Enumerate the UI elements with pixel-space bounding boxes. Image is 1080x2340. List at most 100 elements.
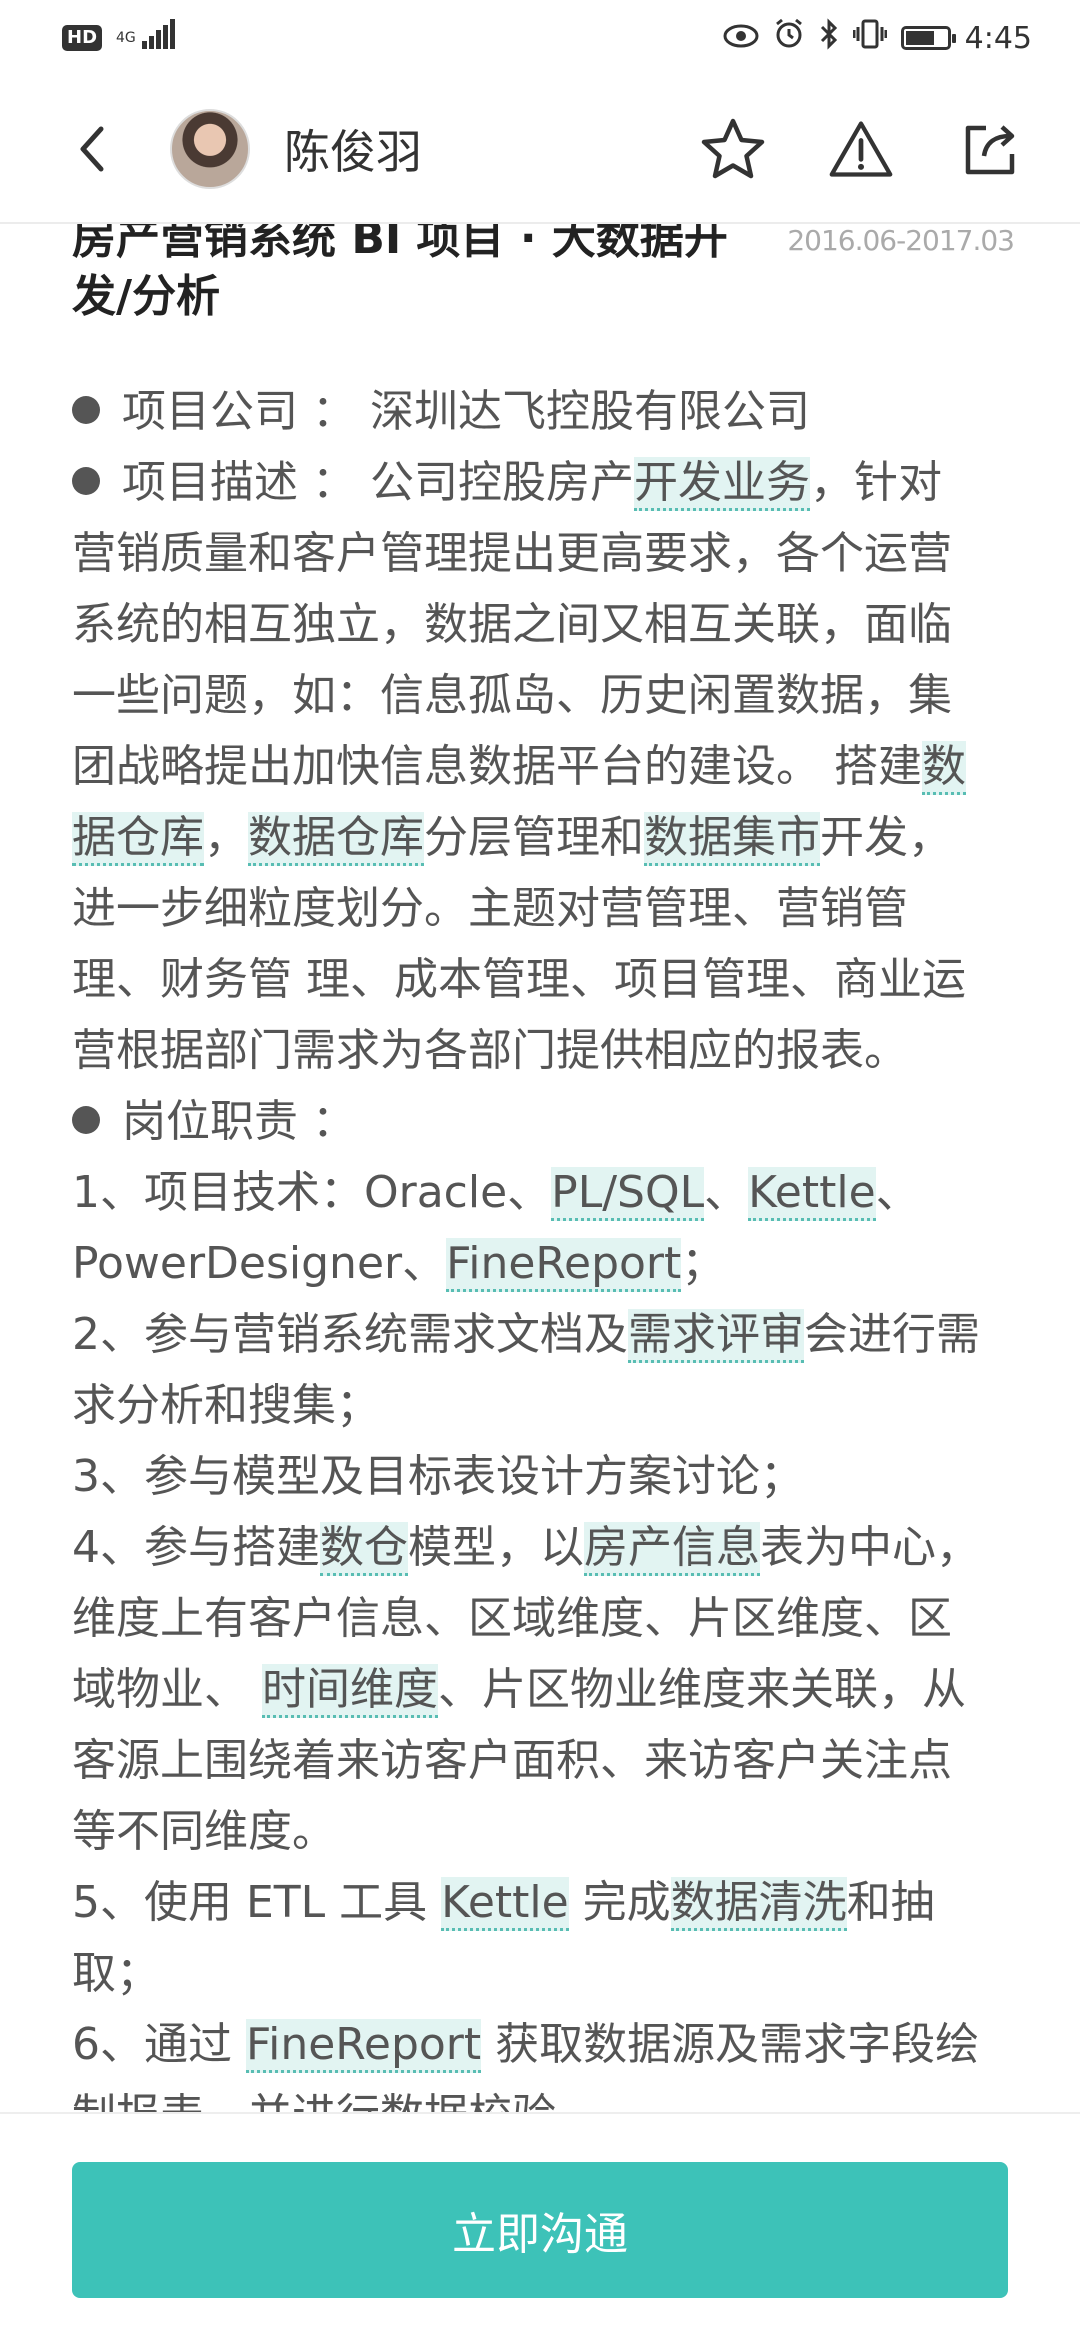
text-segment: PowerDesigner、: [72, 1238, 447, 1289]
text-line: 2、参与营销系统需求文档及需求评审会进行需: [72, 1299, 1002, 1370]
text-segment: 5、使用 ETL 工具: [72, 1877, 442, 1928]
keyword-link[interactable]: 数据清洗: [670, 1877, 847, 1931]
text-segment: 分层管理和: [424, 812, 644, 863]
text-line: 4、参与搭建数仓模型，以房产信息表为中心，: [72, 1512, 1002, 1583]
favorite-button[interactable]: [700, 116, 766, 182]
text-segment: 、: [875, 1167, 920, 1218]
text-segment: ，: [204, 812, 248, 863]
keyword-link[interactable]: 开发业务: [633, 457, 810, 511]
hd-badge: HD: [62, 25, 103, 51]
text-segment: 一些问题，如：信息孤岛、历史闲置数据，集: [72, 670, 952, 721]
project-title: 房产营销系统 BI 项目 · 大数据开 发/分析: [72, 210, 812, 326]
share-button[interactable]: [956, 116, 1022, 182]
text-segment: 模型，以: [408, 1522, 584, 1573]
chat-now-button[interactable]: 立即沟通: [72, 2162, 1008, 2298]
text-line: PowerDesigner、FineReport；: [72, 1228, 1002, 1299]
text-segment: 表为中心，: [760, 1522, 980, 1573]
text-line: 1、项目技术：Oracle、PL/SQL、Kettle、: [72, 1157, 1002, 1228]
text-line: 3、参与模型及目标表设计方案讨论；: [72, 1441, 1002, 1512]
text-line: 维度上有客户信息、区域维度、片区维度、区: [72, 1583, 1002, 1654]
bottom-bar: 立即沟通: [0, 2112, 1080, 2340]
text-line: 等不同维度。: [72, 1796, 1002, 1867]
text-segment: 完成: [568, 1877, 671, 1928]
text-line: 项目描述 ： 公司控股房产开发业务，针对: [72, 447, 1002, 518]
keyword-link[interactable]: 数据仓库: [248, 812, 424, 866]
avatar[interactable]: [170, 109, 250, 189]
clock-time: 4:45: [964, 20, 1032, 56]
bullet-icon: [72, 467, 100, 495]
contact-name: 陈俊羽: [284, 125, 422, 179]
text-segment: 、片区物业维度来关联，从: [438, 1664, 966, 1715]
keyword-link[interactable]: 数据集市: [644, 812, 820, 866]
text-segment: 团战略提出加快信息数据平台的建设。 搭建: [72, 741, 922, 792]
text-line: 一些问题，如：信息孤岛、历史闲置数据，集: [72, 660, 1002, 731]
keyword-link[interactable]: 数仓: [320, 1522, 408, 1576]
text-line: 营销质量和客户管理提出更高要求，各个运营: [72, 518, 1002, 589]
text-segment: 营销质量和客户管理提出更高要求，各个运营: [72, 528, 952, 579]
text-line: 营根据部门需求为各部门提供相应的报表。: [72, 1015, 1002, 1086]
keyword-link[interactable]: 据仓库: [72, 812, 204, 866]
signal-icon: [141, 19, 176, 57]
text-segment: 和抽: [846, 1877, 935, 1928]
project-description: 项目公司 ： 深圳达飞控股有限公司项目描述 ： 公司控股房产开发业务，针对营销质…: [72, 376, 1002, 2151]
text-line: 5、使用 ETL 工具 Kettle 完成数据清洗和抽: [72, 1867, 1002, 1938]
project-header: 房产营销系统 BI 项目 · 大数据开 发/分析 2016.06-2017.03: [72, 210, 1015, 328]
text-segment: ；: [681, 1238, 726, 1289]
chat-header: 陈俊羽: [0, 76, 1080, 224]
text-segment: 会进行需: [804, 1309, 980, 1360]
keyword-link[interactable]: 房产信息: [584, 1522, 760, 1576]
eye-icon: [723, 21, 759, 56]
status-left: HD 4G: [62, 19, 176, 57]
text-segment: 域物业、: [72, 1664, 262, 1715]
bluetooth-icon: [819, 18, 839, 58]
text-segment: 3、参与模型及目标表设计方案讨论；: [72, 1451, 804, 1502]
keyword-link[interactable]: PL/SQL: [551, 1167, 705, 1221]
project-date: 2016.06-2017.03: [787, 224, 1015, 257]
status-bar: HD 4G 4:45: [0, 0, 1080, 76]
text-segment: 营根据部门需求为各部门提供相应的报表。: [72, 1025, 908, 1076]
keyword-link[interactable]: FineReport: [446, 1238, 682, 1292]
text-segment: 求分析和搜集；: [72, 1380, 380, 1431]
text-segment: 等不同维度。: [72, 1806, 336, 1857]
text-segment: ，针对: [809, 457, 942, 508]
text-segment: 4、参与搭建: [72, 1522, 320, 1573]
text-line: 岗位职责 ：: [72, 1086, 1002, 1157]
keyword-link[interactable]: 需求评审: [628, 1309, 804, 1363]
text-segment: 取；: [72, 1948, 160, 1999]
battery-fill: [905, 31, 934, 45]
resume-content: 房产营销系统 BI 项目 · 大数据开 发/分析 2016.06-2017.03…: [72, 210, 1015, 2151]
text-segment: 开发，: [820, 812, 952, 863]
text-segment: 1、项目技术：Oracle、: [72, 1167, 552, 1218]
keyword-link[interactable]: FineReport: [245, 2019, 482, 2073]
text-line: 据仓库，数据仓库分层管理和数据集市开发，: [72, 802, 1002, 873]
text-line: 6、通过 FineReport 获取数据源及需求字段绘: [72, 2009, 1002, 2080]
keyword-link[interactable]: Kettle: [748, 1167, 876, 1221]
text-segment: 6、通过: [72, 2019, 246, 2070]
text-segment: 2、参与营销系统需求文档及: [72, 1309, 628, 1360]
keyword-link[interactable]: Kettle: [441, 1877, 569, 1931]
keyword-link[interactable]: 时间维度: [262, 1664, 438, 1718]
share-icon: [965, 125, 1015, 175]
text-segment: 岗位职责 ：: [122, 1096, 356, 1147]
network-type: 4G: [116, 30, 136, 46]
text-segment: 客源上围绕着来访客户面积、来访客户关注点: [72, 1735, 952, 1786]
text-line: 客源上围绕着来访客户面积、来访客户关注点: [72, 1725, 1002, 1796]
warning-icon: [829, 121, 893, 177]
text-segment: 获取数据源及需求字段绘: [481, 2019, 980, 2070]
text-line: 取；: [72, 1938, 1002, 2009]
text-segment: 、: [704, 1167, 749, 1218]
star-icon: [701, 118, 765, 179]
text-line: 理、财务管 理、成本管理、项目管理、商业运: [72, 944, 1002, 1015]
project-title-line2: 发/分析: [72, 271, 221, 322]
text-line: 项目公司 ： 深圳达飞控股有限公司: [72, 376, 1002, 447]
keyword-link[interactable]: 数: [922, 741, 966, 795]
back-arrow-icon: [80, 126, 104, 172]
text-line: 域物业、 时间维度、片区物业维度来关联，从: [72, 1654, 1002, 1725]
status-right: 4:45: [723, 18, 1032, 58]
text-segment: 项目公司 ： 深圳达飞控股有限公司: [122, 386, 810, 437]
back-button[interactable]: [62, 119, 122, 179]
report-button[interactable]: [828, 116, 894, 182]
text-segment: 系统的相互独立，数据之间又相互关联，面临: [72, 599, 952, 650]
battery-icon: [900, 26, 956, 50]
bullet-icon: [72, 1106, 100, 1134]
